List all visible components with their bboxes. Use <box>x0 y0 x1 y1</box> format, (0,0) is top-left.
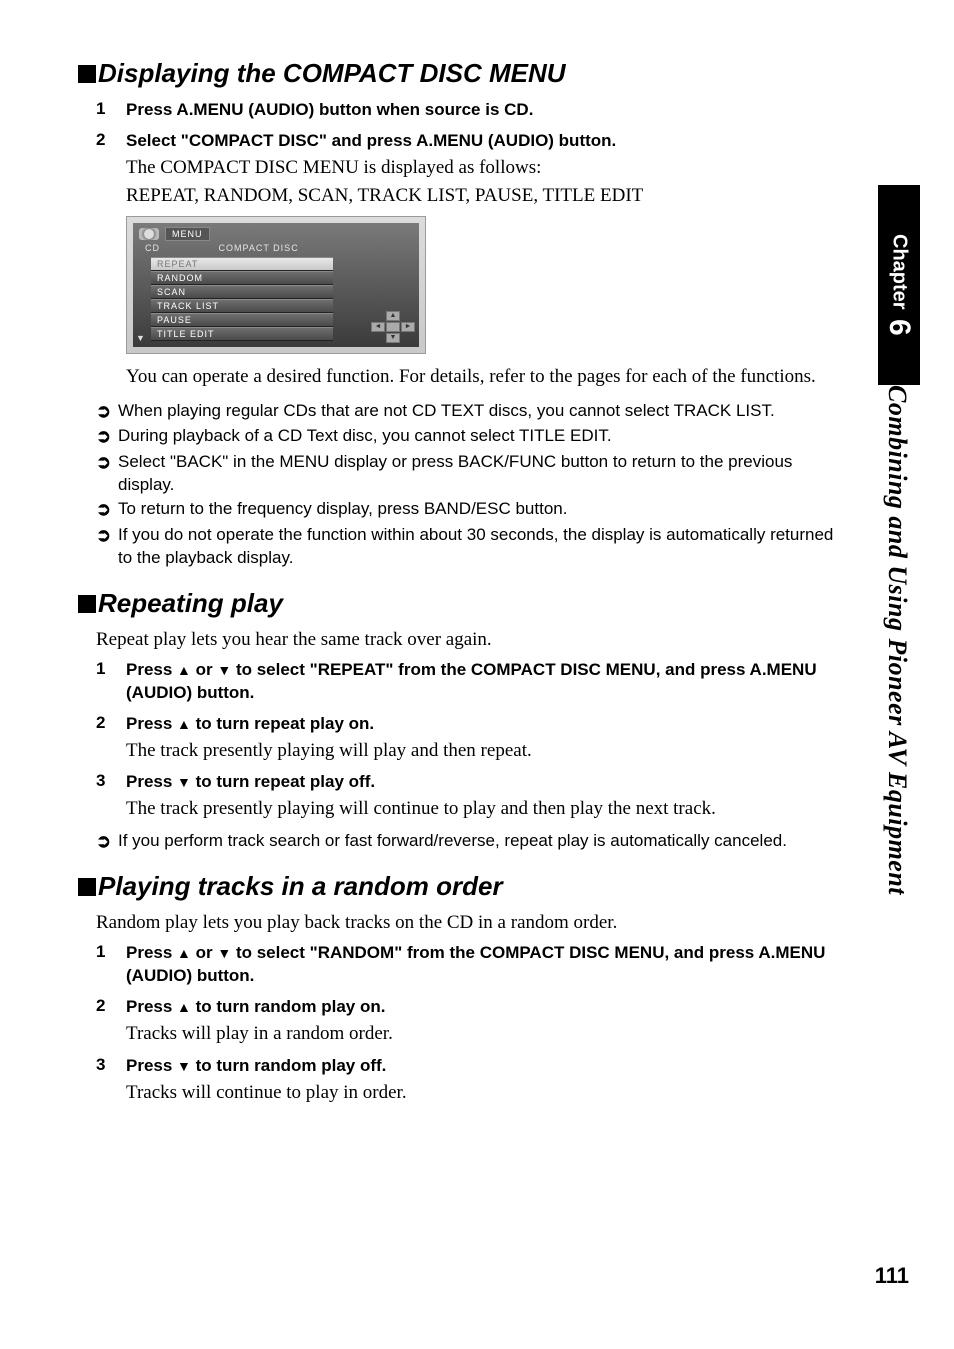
menu-item: SCAN <box>151 285 333 299</box>
menu-item: REPEAT <box>151 257 333 271</box>
step-number: 2 <box>96 996 126 1047</box>
step-list: 1 Press ▲ or ▼ to select "RANDOM" from t… <box>78 942 848 1105</box>
bullet-text: Select "BACK" in the MENU display or pre… <box>118 451 848 497</box>
step-head: Press ▲ or ▼ to select "RANDOM" from the… <box>126 942 848 988</box>
step-number: 1 <box>96 659 126 705</box>
step-head: Press ▼ to turn repeat play off. <box>126 771 848 794</box>
step-head: Press ▲ or ▼ to select "REPEAT" from the… <box>126 659 848 705</box>
note-text: You can operate a desired function. For … <box>126 364 848 390</box>
bullet-arrow-icon: ➲ <box>96 498 118 521</box>
up-triangle-icon: ▲ <box>177 945 191 961</box>
nav-down-icon: ▼ <box>386 333 400 343</box>
section-intro: Random play lets you play back tracks on… <box>96 912 848 934</box>
bullet-text: When playing regular CDs that are not CD… <box>118 400 848 423</box>
page-number: 111 <box>875 1263 909 1289</box>
square-bullet-icon <box>78 595 96 613</box>
bullet-arrow-icon: ➲ <box>96 830 118 853</box>
bullet-text: If you do not operate the function withi… <box>118 524 848 570</box>
up-triangle-icon: ▲ <box>177 716 191 732</box>
step-para: The COMPACT DISC MENU is displayed as fo… <box>126 155 848 181</box>
step-para: The track presently playing will continu… <box>126 796 848 822</box>
step-head: Select "COMPACT DISC" and press A.MENU (… <box>126 130 848 153</box>
step-para: REPEAT, RANDOM, SCAN, TRACK LIST, PAUSE,… <box>126 183 848 209</box>
down-triangle-icon: ▼ <box>177 1058 191 1074</box>
section-intro: Repeat play lets you hear the same track… <box>96 629 848 651</box>
step-number: 3 <box>96 1055 126 1106</box>
step-number: 1 <box>96 942 126 988</box>
up-triangle-icon: ▲ <box>177 999 191 1015</box>
step-number: 3 <box>96 771 126 822</box>
nav-up-icon: ▲ <box>386 311 400 321</box>
crumb-right: COMPACT DISC <box>219 243 299 253</box>
down-arrow-icon: ▼ <box>136 333 145 343</box>
step-head: Press ▲ to turn repeat play on. <box>126 713 848 736</box>
chapter-tab: Chapter 6 <box>878 185 920 385</box>
menu-item: RANDOM <box>151 271 333 285</box>
down-triangle-icon: ▼ <box>217 945 231 961</box>
nav-ok-icon <box>386 322 400 332</box>
device-screenshot: MENU CD COMPACT DISC REPEAT RANDOM SCAN … <box>126 216 426 354</box>
step-head: Press ▼ to turn random play off. <box>126 1055 848 1078</box>
nav-icons: ▲ ◄ ► ▼ <box>371 311 415 343</box>
menu-label: MENU <box>165 227 210 241</box>
heading-text: Playing tracks in a random order <box>98 871 503 901</box>
chapter-label: Chapter <box>888 234 911 310</box>
down-triangle-icon: ▼ <box>217 662 231 678</box>
menu-item: PAUSE <box>151 313 333 327</box>
step-head: Press ▲ to turn random play on. <box>126 996 848 1019</box>
disc-icon <box>139 228 159 240</box>
crumb-left: CD <box>145 243 215 253</box>
menu-item: TITLE EDIT <box>151 327 333 341</box>
step-list: 1 Press ▲ or ▼ to select "REPEAT" from t… <box>78 659 848 822</box>
section-heading: Displaying the COMPACT DISC MENU <box>78 58 848 89</box>
step-number: 2 <box>96 130 126 208</box>
section-heading: Playing tracks in a random order <box>78 871 848 902</box>
step-number: 2 <box>96 713 126 764</box>
step-para: Tracks will continue to play in order. <box>126 1080 848 1106</box>
bullet-list: ➲When playing regular CDs that are not C… <box>96 400 848 570</box>
up-triangle-icon: ▲ <box>177 662 191 678</box>
step-head: Press A.MENU (AUDIO) button when source … <box>126 99 848 122</box>
step-list: 1 Press A.MENU (AUDIO) button when sourc… <box>78 99 848 208</box>
chapter-number: 6 <box>882 319 916 336</box>
square-bullet-icon <box>78 65 96 83</box>
section-heading: Repeating play <box>78 588 848 619</box>
bullet-arrow-icon: ➲ <box>96 425 118 448</box>
chapter-title: Combining and Using Pioneer AV Equipment <box>882 385 912 895</box>
nav-right-icon: ► <box>401 322 415 332</box>
page-content: Displaying the COMPACT DISC MENU 1 Press… <box>78 40 848 1113</box>
down-triangle-icon: ▼ <box>177 774 191 790</box>
square-bullet-icon <box>78 878 96 896</box>
bullet-text: During playback of a CD Text disc, you c… <box>118 425 848 448</box>
bullet-text: To return to the frequency display, pres… <box>118 498 848 521</box>
menu-item: TRACK LIST <box>151 299 333 313</box>
bullet-arrow-icon: ➲ <box>96 451 118 497</box>
heading-text: Displaying the COMPACT DISC MENU <box>98 58 566 88</box>
side-tab: Chapter 6 Combining and Using Pioneer AV… <box>878 185 920 905</box>
bullet-text: If you perform track search or fast forw… <box>118 830 848 853</box>
bullet-list: ➲If you perform track search or fast for… <box>96 830 848 853</box>
bullet-arrow-icon: ➲ <box>96 400 118 423</box>
heading-text: Repeating play <box>98 588 283 618</box>
step-para: The track presently playing will play an… <box>126 738 848 764</box>
step-number: 1 <box>96 99 126 122</box>
step-para: Tracks will play in a random order. <box>126 1021 848 1047</box>
nav-left-icon: ◄ <box>371 322 385 332</box>
bullet-arrow-icon: ➲ <box>96 524 118 570</box>
